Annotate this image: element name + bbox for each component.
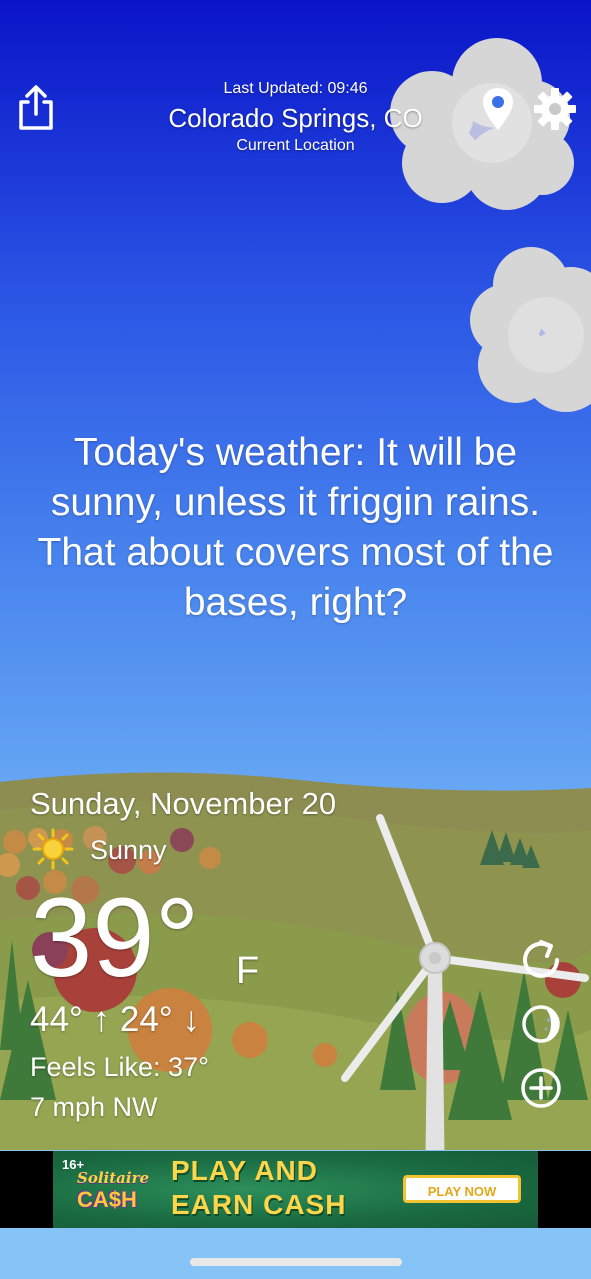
refresh-icon bbox=[523, 940, 559, 978]
settings-button[interactable] bbox=[532, 86, 578, 132]
moon-button[interactable] bbox=[519, 1002, 563, 1046]
cloud-mid-right bbox=[470, 247, 591, 412]
ad-headline-line2: EARN CASH bbox=[171, 1189, 347, 1220]
sun-icon bbox=[32, 828, 74, 870]
current-temperature: 39° bbox=[30, 875, 200, 1000]
temperature-unit[interactable]: F bbox=[236, 950, 259, 993]
high-low-temperature: 44° ↑ 24° ↓ bbox=[30, 1000, 201, 1039]
ad-creative[interactable]: 16+ Solitaire CA$H PLAY AND EARN CASH PL… bbox=[53, 1151, 538, 1228]
ad-logo-bottom: CA$H bbox=[77, 1187, 137, 1212]
ad-banner[interactable]: 16+ Solitaire CA$H PLAY AND EARN CASH PL… bbox=[0, 1151, 591, 1228]
home-indicator[interactable] bbox=[190, 1258, 402, 1266]
ad-headline-line1: PLAY AND bbox=[171, 1155, 319, 1186]
date-label: Sunday, November 20 bbox=[30, 786, 337, 821]
add-icon bbox=[521, 1068, 561, 1108]
wind-label: 7 mph NW bbox=[30, 1092, 158, 1122]
location-subtitle: Current Location bbox=[236, 137, 355, 154]
ad-cta-button[interactable]: PLAY NOW bbox=[403, 1175, 521, 1203]
moon-icon bbox=[522, 1005, 560, 1043]
ad-logo-top: Solitaire bbox=[77, 1169, 150, 1187]
location-pin-icon bbox=[483, 88, 513, 130]
add-button[interactable] bbox=[519, 1066, 563, 1110]
feels-like-label: Feels Like: 37° bbox=[30, 1052, 209, 1082]
location-button[interactable] bbox=[480, 86, 516, 132]
refresh-button[interactable] bbox=[519, 938, 563, 982]
condition-label: Sunny bbox=[90, 835, 167, 865]
weather-message: Today's weather: It will be sunny, unles… bbox=[37, 431, 554, 624]
gear-icon bbox=[534, 88, 576, 130]
